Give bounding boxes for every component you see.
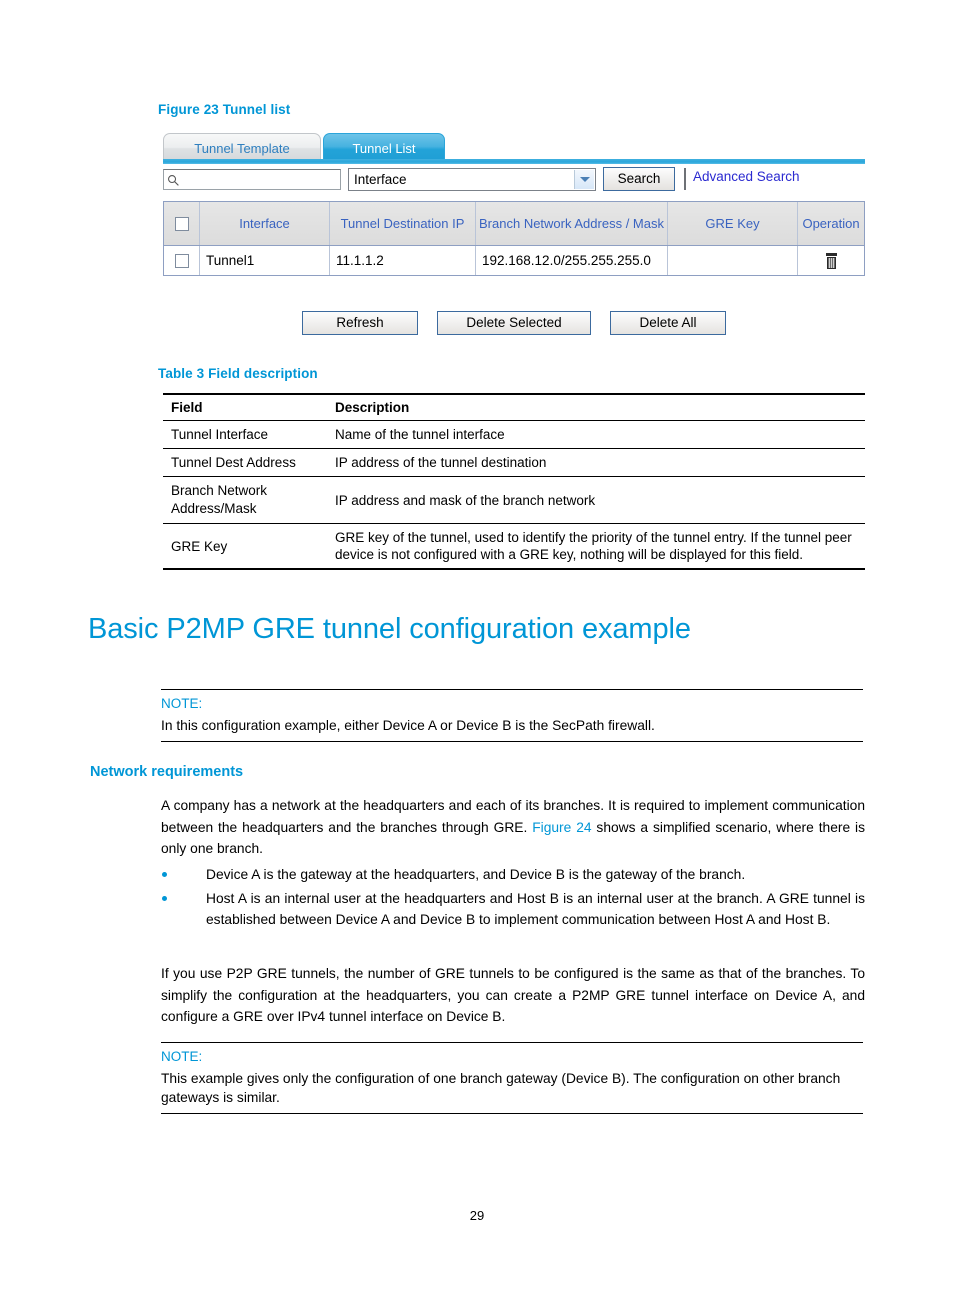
- desc-header-row: Field Description: [163, 394, 865, 421]
- refresh-button[interactable]: Refresh: [302, 311, 418, 335]
- bullet-icon: [162, 872, 167, 877]
- tab-underline: [163, 159, 865, 164]
- requirements-bullet-list: Device A is the gateway at the headquart…: [161, 864, 865, 933]
- note-label: NOTE:: [161, 696, 203, 711]
- trash-icon[interactable]: [825, 252, 838, 269]
- closing-paragraph: If you use P2P GRE tunnels, the number o…: [161, 966, 865, 1024]
- bullet-icon: [162, 895, 167, 901]
- cell-operation[interactable]: [798, 246, 864, 275]
- row-select-cell[interactable]: [164, 246, 200, 275]
- table-caption: Table 3 Field description: [158, 366, 318, 381]
- grid-header-tunnel-destination-ip[interactable]: Tunnel Destination IP: [330, 202, 476, 245]
- note-box-1: NOTE: In this configuration example, eit…: [161, 689, 863, 742]
- desc-field: Branch Network Address/Mask: [171, 483, 268, 516]
- grid-header-branch-network[interactable]: Branch Network Address / Mask: [476, 202, 668, 245]
- field-description-table: Field Description Tunnel Interface Name …: [163, 393, 865, 570]
- desc-header-field: Field: [171, 400, 203, 415]
- table-row[interactable]: Tunnel1 11.1.1.2 192.168.12.0/255.255.25…: [164, 246, 864, 275]
- desc-row: GRE Key GRE key of the tunnel, used to i…: [163, 524, 865, 569]
- list-item: Device A is the gateway at the headquart…: [161, 864, 865, 886]
- search-field-select-value: Interface: [354, 172, 407, 187]
- tunnel-list-screenshot: Tunnel Template Tunnel List Interface Se…: [163, 131, 865, 276]
- desc-description: GRE key of the tunnel, used to identify …: [335, 530, 852, 562]
- cell-interface: Tunnel1: [200, 246, 330, 275]
- document-page: Figure 23 Tunnel list Tunnel Template Tu…: [0, 0, 954, 1296]
- list-item: Host A is an internal user at the headqu…: [161, 888, 865, 931]
- page-number: 29: [469, 1208, 485, 1223]
- list-item-text: Host A is an internal user at the headqu…: [206, 890, 865, 928]
- desc-field: GRE Key: [171, 538, 228, 554]
- figure-24-link[interactable]: Figure 24: [532, 820, 591, 835]
- note-label: NOTE:: [161, 1049, 203, 1064]
- desc-row: Branch Network Address/Mask IP address a…: [163, 477, 865, 524]
- desc-header-description: Description: [335, 400, 410, 415]
- grid-header-row: Interface Tunnel Destination IP Branch N…: [164, 202, 864, 246]
- desc-field: Tunnel Interface: [171, 427, 269, 442]
- delete-selected-button[interactable]: Delete Selected: [437, 311, 591, 335]
- search-row: Interface Search Advanced Search: [163, 167, 865, 197]
- desc-description: IP address and mask of the branch networ…: [335, 492, 596, 508]
- desc-field: Tunnel Dest Address: [171, 455, 296, 470]
- grid-header-select-all[interactable]: [164, 202, 200, 245]
- cell-gre-key: [668, 246, 798, 275]
- tab-tunnel-template[interactable]: Tunnel Template: [163, 133, 321, 162]
- delete-all-button[interactable]: Delete All: [610, 311, 726, 335]
- note-box-2: NOTE: This example gives only the config…: [161, 1042, 863, 1114]
- list-item-text: Device A is the gateway at the headquart…: [206, 867, 746, 882]
- search-field-select[interactable]: Interface: [348, 168, 596, 191]
- desc-description: Name of the tunnel interface: [335, 427, 505, 442]
- tunnel-grid: Interface Tunnel Destination IP Branch N…: [163, 201, 865, 276]
- search-input[interactable]: [163, 169, 341, 190]
- note-text: This example gives only the configuratio…: [161, 1071, 841, 1105]
- search-icon: [168, 175, 179, 186]
- search-button[interactable]: Search: [603, 167, 675, 191]
- tab-bar: Tunnel Template Tunnel List: [163, 131, 865, 164]
- checkbox-select-all[interactable]: [174, 216, 189, 231]
- desc-description: IP address of the tunnel destination: [335, 455, 547, 470]
- grid-header-operation: Operation: [802, 216, 860, 231]
- desc-row: Tunnel Interface Name of the tunnel inte…: [163, 421, 865, 449]
- grid-header-gre-key[interactable]: GRE Key: [668, 202, 798, 245]
- tab-tunnel-list[interactable]: Tunnel List: [323, 133, 445, 162]
- cell-tunnel-destination-ip: 11.1.1.2: [330, 246, 476, 275]
- page-title: Basic P2MP GRE tunnel configuration exam…: [88, 613, 691, 645]
- grid-action-bar: Refresh Delete Selected Delete All: [163, 311, 865, 335]
- checkbox-row-select[interactable]: [174, 253, 189, 268]
- intro-paragraph: A company has a network at the headquart…: [161, 795, 865, 860]
- toolbar-divider: [684, 168, 686, 190]
- note-text: In this configuration example, either De…: [161, 718, 655, 733]
- subsection-title: Network requirements: [90, 764, 244, 780]
- cell-branch-network: 192.168.12.0/255.255.255.0: [476, 246, 668, 275]
- grid-header-interface[interactable]: Interface: [200, 202, 330, 245]
- advanced-search-link[interactable]: Advanced Search: [693, 169, 800, 184]
- chevron-down-icon[interactable]: [574, 170, 594, 189]
- desc-row: Tunnel Dest Address IP address of the tu…: [163, 449, 865, 477]
- figure-caption: Figure 23 Tunnel list: [158, 102, 291, 117]
